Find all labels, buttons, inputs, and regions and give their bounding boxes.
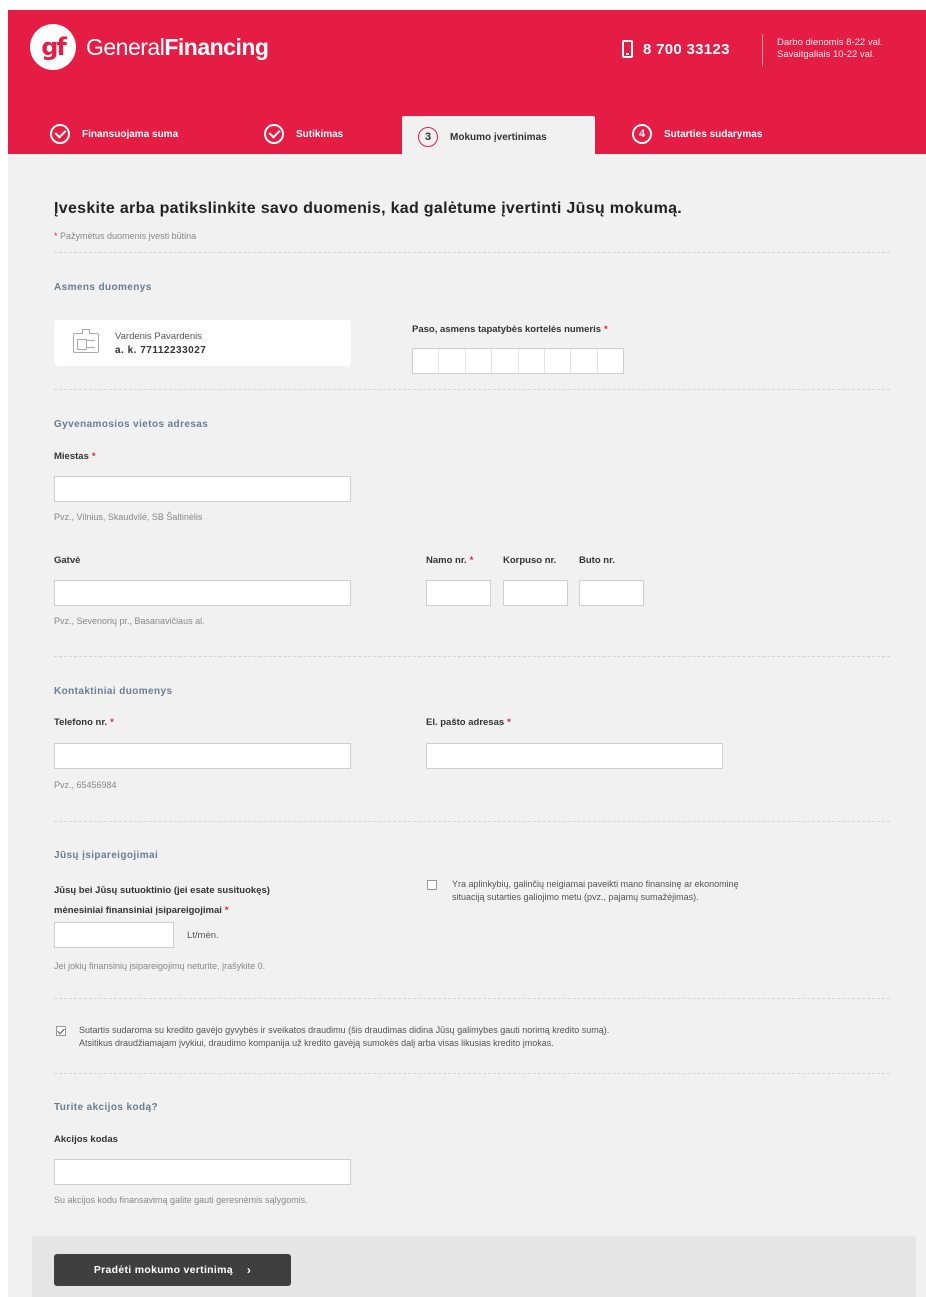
promo-code-input[interactable] <box>54 1159 351 1185</box>
logo[interactable]: gf GeneralFinancing <box>30 24 269 70</box>
phone-label: Telefono nr. * <box>54 717 114 728</box>
city-hint: Pvz., Vilnius, Skaudvilė, SB Šaltinėlis <box>54 512 203 522</box>
city-label: Miestas * <box>54 451 96 462</box>
divider <box>54 1073 890 1074</box>
id-card-icon <box>73 333 99 353</box>
person-name: Vardenis Pavardenis <box>115 331 202 342</box>
promo-code-label: Akcijos kodas <box>54 1134 118 1145</box>
insurance-text: Sutartis sudaroma su kredito gavėjo gyvy… <box>79 1025 610 1048</box>
passport-label: Paso, asmens tapatybės kortelės numeris * <box>412 324 608 335</box>
house-number-label: Namo nr. * <box>426 555 474 566</box>
logo-mark-icon: gf <box>30 24 76 70</box>
section-title-promo: Turite akcijos kodą? <box>54 1102 158 1113</box>
adverse-circumstances-checkbox[interactable] <box>427 880 437 890</box>
divider <box>54 389 890 390</box>
divider <box>54 656 890 657</box>
check-icon <box>264 124 284 144</box>
step-label: Finansuojama suma <box>82 128 179 140</box>
city-input[interactable] <box>54 476 351 502</box>
phone-input[interactable] <box>54 743 351 769</box>
email-label: El. pašto adresas * <box>426 717 511 728</box>
section-title-contacts: Kontaktiniai duomenys <box>54 686 173 697</box>
check-icon <box>50 124 70 144</box>
id-card-clip-icon <box>82 329 90 334</box>
step-consent[interactable]: Sutikimas <box>264 114 343 154</box>
chevron-right-icon: › <box>246 1263 252 1277</box>
header-divider <box>762 34 763 66</box>
flat-number-label: Buto nr. <box>579 555 615 566</box>
step-solvency-assessment[interactable]: 3 Mokumo įvertinimas <box>402 116 595 158</box>
phone-icon <box>622 40 633 58</box>
section-title-address: Gyvenamosios vietos adresas <box>54 419 209 430</box>
promo-code-hint: Su akcijos kodu finansavimą galite gauti… <box>54 1195 308 1205</box>
brand-name: GeneralFinancing <box>86 33 269 60</box>
step-label: Mokumo įvertinimas <box>450 131 547 143</box>
person-card: Vardenis Pavardenis a. k. 77112233027 <box>54 320 351 366</box>
hours-weekdays: Darbo dienomis 8-22 val. <box>777 37 883 48</box>
divider <box>54 998 890 999</box>
building-number-input[interactable] <box>503 580 568 606</box>
obligations-unit: Lt/mėn. <box>187 930 219 941</box>
progress-steps: Finansuojama suma Sutikimas 3 Mokumo įve… <box>8 114 926 158</box>
obligations-hint: Jei jokių finansinių įsipareigojimų netu… <box>54 961 266 971</box>
hours-weekends: Savaitgaliais 10-22 val. <box>777 49 875 60</box>
street-label: Gatvė <box>54 555 81 566</box>
step-label: Sutarties sudarymas <box>664 128 763 140</box>
phone-hint: Pvz., 65456984 <box>54 780 117 790</box>
site-header: gf GeneralFinancing 8 700 33123 Darbo di… <box>8 10 926 158</box>
street-hint: Pvz., Sevenorių pr., Basanavičiaus al. <box>54 616 205 626</box>
required-note: * Pažymėtus duomenis įvesti būtina <box>54 231 197 241</box>
phone-contact[interactable]: 8 700 33123 <box>622 40 730 58</box>
step-contract[interactable]: 4 Sutarties sudarymas <box>632 114 762 154</box>
start-assessment-button[interactable]: Pradėti mokumo vertinimą › <box>54 1254 291 1286</box>
step-number: 3 <box>418 127 438 147</box>
passport-number-input[interactable] <box>412 348 624 374</box>
page-background: gf GeneralFinancing 8 700 33123 Darbo di… <box>8 10 926 1297</box>
adverse-circumstances-text: Yra aplinkybių, galinčių neigiamai pavei… <box>452 879 739 902</box>
section-title-obligations: Jūsų įsipareigojimai <box>54 850 159 861</box>
street-input[interactable] <box>54 580 351 606</box>
flat-number-input[interactable] <box>579 580 644 606</box>
page-title: Įveskite arba patikslinkite savo duomeni… <box>54 200 683 217</box>
phone-number[interactable]: 8 700 33123 <box>643 41 730 58</box>
person-code: a. k. 77112233027 <box>115 345 207 356</box>
start-assessment-label: Pradėti mokumo vertinimą <box>93 1264 233 1276</box>
insurance-checkbox[interactable] <box>56 1026 66 1036</box>
obligations-label: Jūsų bei Jūsų sutuoktinio (jei esate sus… <box>54 885 270 916</box>
step-number: 4 <box>632 124 652 144</box>
step-financing-amount[interactable]: Finansuojama suma <box>50 114 178 154</box>
divider <box>54 252 890 253</box>
divider <box>54 821 890 822</box>
working-hours: Darbo dienomis 8-22 val. Savaitgaliais 1… <box>777 37 883 61</box>
step-label: Sutikimas <box>296 128 344 140</box>
email-input[interactable] <box>426 743 723 769</box>
section-title-personal: Asmens duomenys <box>54 282 152 293</box>
obligations-input[interactable] <box>54 922 174 948</box>
house-number-input[interactable] <box>426 580 491 606</box>
building-number-label: Korpuso nr. <box>503 555 557 566</box>
